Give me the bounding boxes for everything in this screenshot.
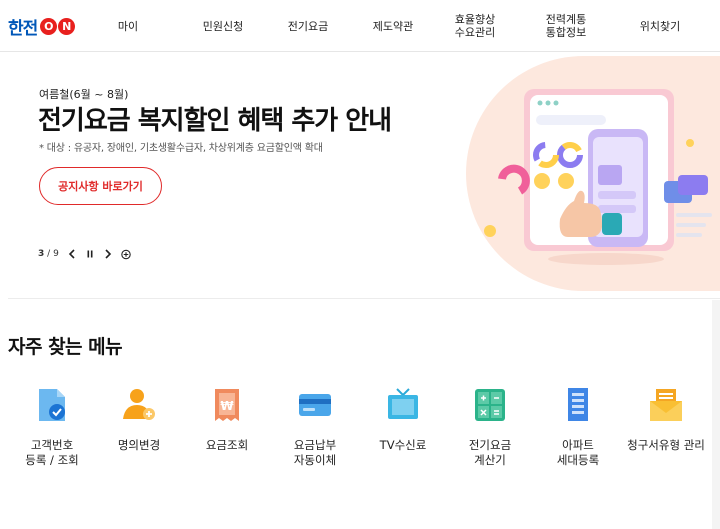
tv-icon	[388, 388, 418, 419]
page: 한전 O N 마이 민원신청 전기요금 제도약관 효율향상 수요관리 전력계통 …	[0, 0, 720, 529]
quick-menu-label: 아파트 세대등록	[556, 438, 600, 467]
quick-menu-label: 청구서유형 관리	[627, 438, 705, 452]
nav-item-grid-info[interactable]: 전력계통 통합정보	[526, 0, 606, 52]
chevron-right-icon	[105, 249, 111, 259]
view-all-slides-button[interactable]	[121, 248, 131, 260]
pager-current: 3	[38, 249, 45, 259]
quick-menu-label: 요금납부 자동이체	[293, 438, 337, 467]
logo-text: 한전	[8, 18, 38, 39]
quick-menu-label: 고객번호 등록 / 조회	[25, 438, 79, 467]
nav-item-location[interactable]: 위치찾기	[620, 0, 700, 52]
quick-menu-label: 명의변경	[117, 438, 161, 452]
logo-on-n: N	[58, 17, 76, 35]
quick-menu-item-tv-fee[interactable]: TV수신료	[360, 385, 446, 480]
logo-on-mark: O N	[40, 17, 76, 35]
scrollbar[interactable]	[712, 300, 720, 529]
hero-illustration	[484, 89, 712, 265]
apartment-icon	[568, 388, 588, 421]
hero-title: 전기요금 복지할인 혜택 추가 안내	[38, 106, 392, 136]
auto-payment-card-icon	[299, 394, 331, 416]
banner-pager: 3 / 9	[38, 246, 131, 262]
quick-menu-item-customer-number[interactable]: 고객번호 등록 / 조회	[9, 385, 95, 480]
illustration-donut	[498, 164, 530, 195]
pager-separator: /	[47, 249, 51, 259]
pause-icon	[87, 250, 93, 258]
logo[interactable]: 한전 O N	[8, 14, 76, 39]
chevron-left-icon	[68, 249, 75, 259]
quick-menu-item-auto-payment[interactable]: 요금납부 자동이체	[272, 385, 358, 480]
nav-item-electricity-rate[interactable]: 전기요금	[268, 0, 348, 52]
quick-menu-item-apartment-registration[interactable]: 아파트 세대등록	[535, 385, 621, 480]
main-nav: 마이 민원신청 전기요금 제도약관 효율향상 수요관리 전력계통 통합정보 위치…	[90, 0, 720, 52]
customer-number-icon	[39, 389, 65, 421]
pager-count: 3 / 9	[38, 249, 59, 259]
quick-menu-label: 요금조회	[205, 438, 249, 452]
notice-shortcut-button[interactable]: 공지사항 바로가기	[39, 167, 162, 205]
prev-slide-button[interactable]	[67, 248, 77, 260]
quick-menu-item-name-change[interactable]: 명의변경	[96, 385, 182, 480]
hero-description: * 대상 : 유공자, 장애인, 기초생활수급자, 차상위계층 요금할인액 확대	[39, 143, 323, 154]
quick-menu: 고객번호 등록 / 조회 명의변경 ₩ 요금조회 요금납부 자동이체 TV수신료…	[0, 385, 720, 485]
quick-menu-label: TV수신료	[379, 438, 427, 452]
pause-slide-button[interactable]	[85, 248, 95, 260]
bill-envelope-icon	[650, 389, 682, 421]
pager-total: 9	[53, 249, 59, 259]
quick-menu-item-bill-type[interactable]: 청구서유형 관리	[623, 385, 709, 480]
bill-inquiry-icon: ₩	[215, 389, 239, 421]
next-slide-button[interactable]	[103, 248, 113, 260]
plus-circle-icon	[121, 249, 131, 259]
nav-item-terms[interactable]: 제도약관	[353, 0, 433, 52]
calculator-icon	[475, 389, 505, 421]
quick-menu-item-rate-calculator[interactable]: 전기요금 계산기	[447, 385, 533, 480]
svg-text:₩: ₩	[220, 399, 234, 413]
quick-menu-label: 전기요금 계산기	[468, 438, 512, 467]
quick-menu-title: 자주 찾는 메뉴	[8, 336, 123, 358]
section-divider	[8, 298, 720, 299]
logo-on-o: O	[40, 17, 58, 35]
hero-banner: 여름철(6월 ~ 8월) 전기요금 복지할인 혜택 추가 안내 * 대상 : 유…	[0, 53, 720, 298]
nav-item-my[interactable]: 마이	[90, 0, 166, 52]
quick-menu-item-bill-inquiry[interactable]: ₩ 요금조회	[184, 385, 270, 480]
nav-item-demand-management[interactable]: 효율향상 수요관리	[435, 0, 515, 52]
nav-item-civil-application[interactable]: 민원신청	[183, 0, 263, 52]
header: 한전 O N 마이 민원신청 전기요금 제도약관 효율향상 수요관리 전력계통 …	[0, 0, 720, 52]
name-change-icon	[123, 389, 155, 420]
